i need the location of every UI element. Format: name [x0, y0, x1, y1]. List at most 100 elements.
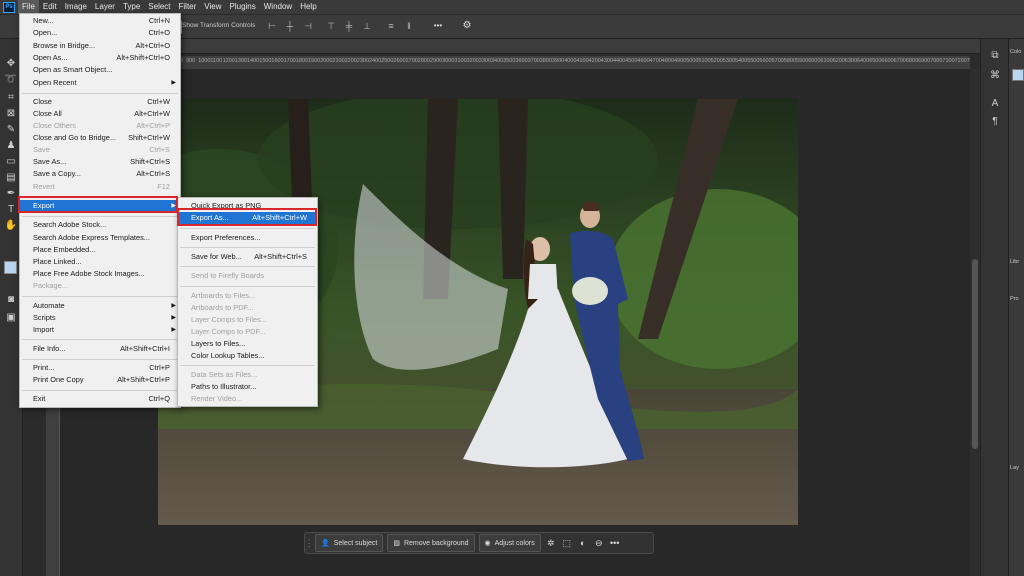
align-left-icon[interactable]: ⊢	[266, 20, 278, 32]
layers-panel-tab[interactable]: Lay	[1010, 465, 1019, 471]
file-item[interactable]: Place Free Adobe Stock Images...	[20, 268, 180, 280]
export-item[interactable]: Save for Web... Alt+Shift+Ctrl+S	[178, 251, 317, 263]
file-item[interactable]: Open As... Alt+Shift+Ctrl+O	[20, 52, 180, 64]
file-item[interactable]: File Info... Alt+Shift+Ctrl+I	[20, 343, 180, 355]
file-item[interactable]: Print... Ctrl+P	[20, 362, 180, 374]
file-item-shortcut: Alt+Shift+Ctrl+P	[117, 375, 170, 384]
distribute-vertical-icon[interactable]: ‖	[403, 20, 415, 32]
export-item-label: Paths to Illustrator...	[191, 382, 257, 391]
file-item[interactable]: Scripts ▶	[20, 312, 180, 324]
export-item[interactable]: Render Video...	[178, 393, 317, 405]
menu-type[interactable]: Type	[119, 0, 144, 14]
libraries-panel-tab[interactable]: Libr	[1010, 259, 1019, 265]
drag-handle-icon[interactable]: ⋮	[305, 535, 314, 551]
stamp-tool-icon[interactable]: ♟	[4, 139, 18, 152]
file-item[interactable]: New... Ctrl+N	[20, 15, 180, 27]
ruler-tick-label: 5100	[698, 58, 711, 64]
more-options-icon[interactable]: •••	[432, 20, 444, 32]
frame-tool-icon[interactable]: ⊠	[4, 107, 18, 120]
file-item[interactable]: Import ▶	[20, 324, 180, 336]
export-item[interactable]: Artboards to PDF...	[178, 302, 317, 314]
history-icon[interactable]: ⧉	[988, 49, 1002, 62]
file-item[interactable]: Revert F12	[20, 181, 180, 193]
crop-tool-icon[interactable]: ⌗	[4, 91, 18, 104]
menu-image[interactable]: Image	[61, 0, 91, 14]
contrast-icon[interactable]: ◐	[575, 535, 591, 551]
more-icon[interactable]: •••	[607, 535, 623, 551]
properties-panel-tab[interactable]: Pro	[1010, 296, 1019, 302]
file-item[interactable]: Close and Go to Bridge... Shift+Ctrl+W	[20, 132, 180, 144]
align-bottom-icon[interactable]: ⊥	[361, 20, 373, 32]
pen-tool-icon[interactable]: ✒	[4, 187, 18, 200]
remove-background-button[interactable]: ▨ Remove background	[387, 534, 475, 552]
select-subject-button[interactable]: 👤 Select subject	[315, 534, 384, 552]
file-item[interactable]: Search Adobe Express Templates...	[20, 232, 180, 244]
mask-icon[interactable]: ⊖	[591, 535, 607, 551]
export-item[interactable]: Layer Comps to PDF...	[178, 326, 317, 338]
file-item[interactable]: Open as Smart Object...	[20, 64, 180, 76]
menu-select[interactable]: Select	[144, 0, 174, 14]
export-item[interactable]: Paths to Illustrator...	[178, 381, 317, 393]
align-middle-icon[interactable]: ╪	[343, 20, 355, 32]
lasso-tool-icon[interactable]: ➰	[4, 73, 18, 86]
file-item-shortcut: Ctrl+P	[149, 363, 170, 372]
file-item[interactable]: Open Recent ▶	[20, 77, 180, 89]
gear-icon[interactable]: ⚙	[461, 20, 473, 32]
menu-filter[interactable]: Filter	[175, 0, 201, 14]
hand-tool-icon[interactable]: ✋	[4, 219, 18, 232]
adjust-colors-button[interactable]: ◉ Adjust colors	[478, 534, 541, 552]
distribute-icon[interactable]: ≡	[385, 20, 397, 32]
menu-view[interactable]: View	[200, 0, 225, 14]
file-item[interactable]: Automate ▶	[20, 300, 180, 312]
file-item[interactable]: Close All Alt+Ctrl+W	[20, 108, 180, 120]
menu-help[interactable]: Help	[296, 0, 320, 14]
export-item[interactable]: Layers to Files...	[178, 338, 317, 350]
file-item[interactable]: Place Embedded...	[20, 244, 180, 256]
quick-mask-icon[interactable]: ◙	[4, 293, 18, 306]
file-item-label: Close Others	[33, 121, 77, 130]
mask-tool-icon[interactable]: ✲	[543, 535, 559, 551]
align-right-icon[interactable]: ⊣	[302, 20, 314, 32]
file-item[interactable]: Search Adobe Stock...	[20, 219, 180, 231]
file-item[interactable]: Exit Ctrl+Q	[20, 393, 180, 405]
type-tool-icon[interactable]: T	[4, 203, 18, 216]
menu-separator	[180, 228, 315, 229]
export-item[interactable]: Color Lookup Tables...	[178, 350, 317, 362]
export-item[interactable]: Send to Firefly Boards	[178, 270, 317, 282]
gradient-tool-icon[interactable]: ▤	[4, 171, 18, 184]
file-item[interactable]: Print One Copy Alt+Shift+Ctrl+P	[20, 374, 180, 386]
file-item[interactable]: Browse in Bridge... Alt+Ctrl+O	[20, 40, 180, 52]
file-item[interactable]: Package...	[20, 280, 180, 292]
file-item[interactable]: Place Linked...	[20, 256, 180, 268]
file-item[interactable]: Save Ctrl+S	[20, 144, 180, 156]
align-center-icon[interactable]: ┼	[284, 20, 296, 32]
export-item[interactable]: Artboards to Files...	[178, 290, 317, 302]
foreground-color-swatch[interactable]	[4, 261, 17, 274]
menu-plugins[interactable]: Plugins	[226, 0, 260, 14]
panel-color-swatch[interactable]	[1012, 69, 1024, 81]
paragraph-icon[interactable]: ¶	[988, 115, 1002, 128]
file-item[interactable]: Close Others Alt+Ctrl+P	[20, 120, 180, 132]
screen-mode-icon[interactable]: ▣	[4, 311, 18, 324]
menu-edit[interactable]: Edit	[39, 0, 61, 14]
align-top-icon[interactable]: ⊤	[325, 20, 337, 32]
eraser-tool-icon[interactable]: ▭	[4, 155, 18, 168]
transform-icon[interactable]: ⬚	[559, 535, 575, 551]
menu-file[interactable]: File	[18, 0, 39, 14]
character-icon[interactable]: A	[988, 97, 1002, 110]
color-panel-tab[interactable]: Colo	[1010, 49, 1021, 55]
file-item[interactable]: Open... Ctrl+O	[20, 27, 180, 39]
vertical-scrollbar[interactable]	[970, 69, 980, 576]
export-item[interactable]: Export Preferences...	[178, 232, 317, 244]
file-item[interactable]: Save As... Shift+Ctrl+S	[20, 156, 180, 168]
menu-window[interactable]: Window	[260, 0, 296, 14]
file-item[interactable]: Save a Copy... Alt+Ctrl+S	[20, 168, 180, 180]
adjustments-icon[interactable]: ⌘	[988, 69, 1002, 82]
menu-layer[interactable]: Layer	[91, 0, 119, 14]
export-item[interactable]: Data Sets as Files...	[178, 369, 317, 381]
scrollbar-thumb[interactable]	[972, 259, 978, 449]
export-item[interactable]: Layer Comps to Files...	[178, 314, 317, 326]
file-item[interactable]: Close Ctrl+W	[20, 96, 180, 108]
brush-tool-icon[interactable]: ✎	[4, 123, 18, 136]
move-tool-icon[interactable]: ✥	[4, 57, 18, 70]
